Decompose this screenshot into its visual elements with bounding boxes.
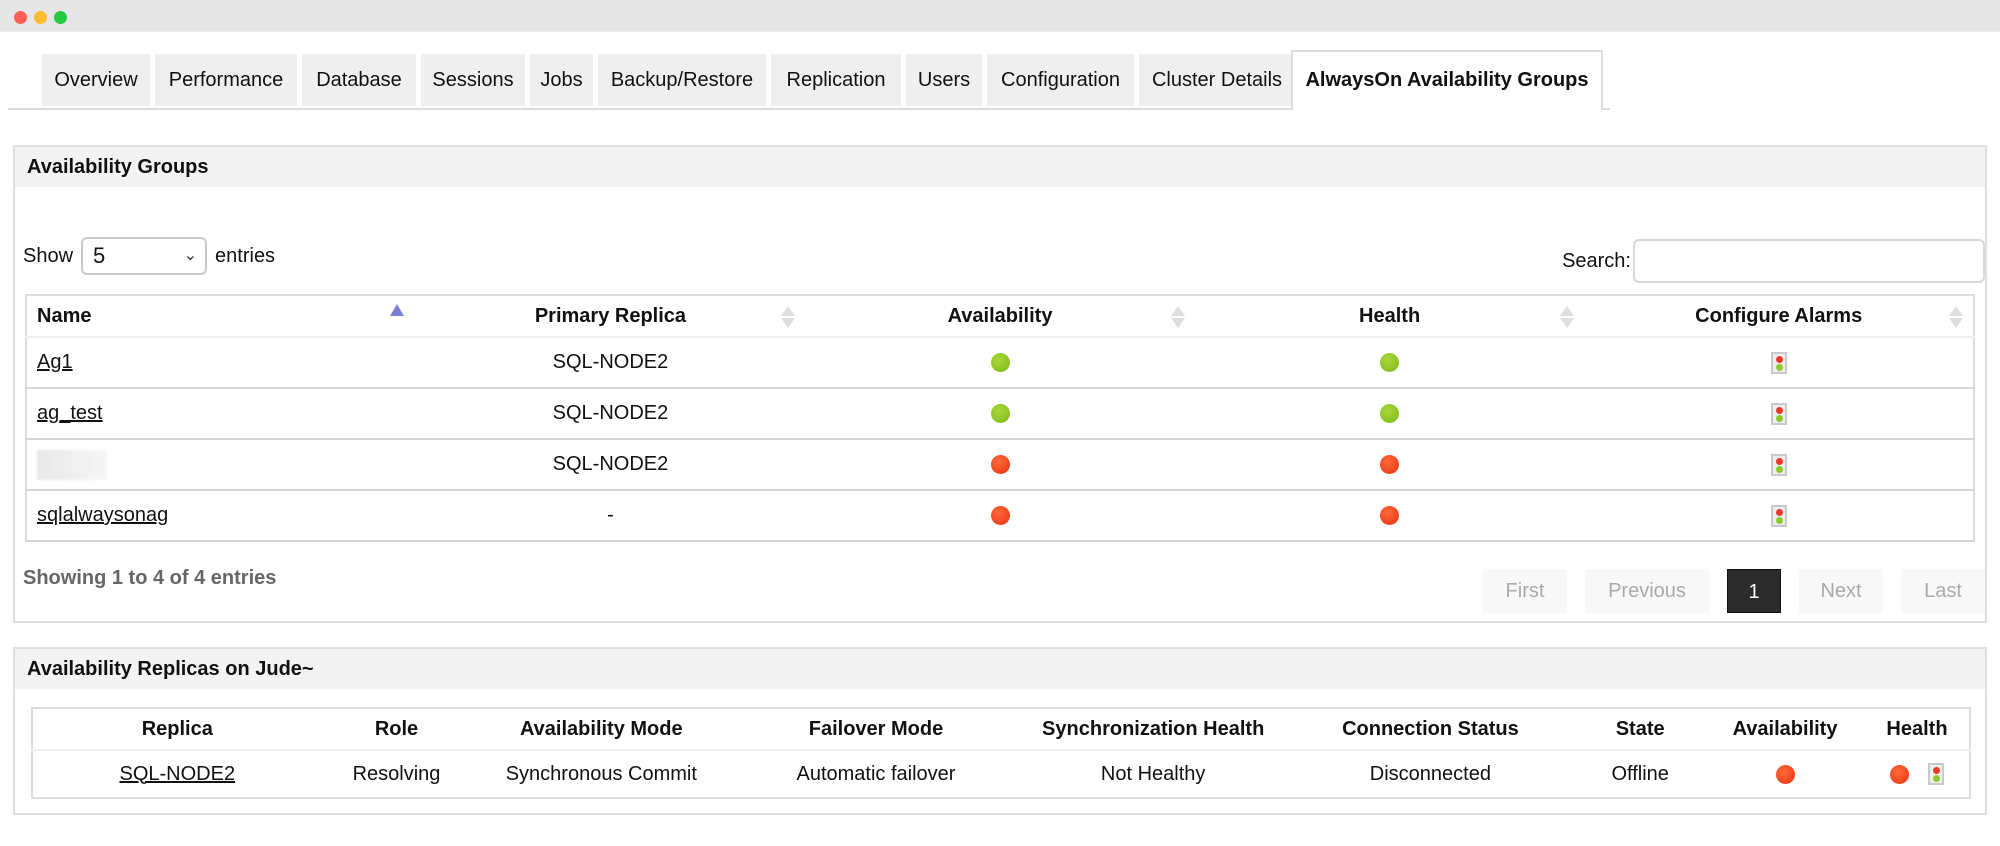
failover-mode-cell: Automatic failover bbox=[796, 762, 956, 785]
pagination-last-button[interactable]: Last bbox=[1901, 569, 1985, 613]
tab-overview[interactable]: Overview bbox=[42, 54, 150, 106]
configure-alarms-icon[interactable] bbox=[1770, 453, 1787, 476]
replica-link[interactable]: SQL-NODE2 bbox=[119, 763, 235, 785]
tab-performance[interactable]: Performance bbox=[155, 54, 297, 106]
window-titlebar bbox=[0, 0, 2000, 32]
tab-alwayson-availability-groups[interactable]: AlwaysOn Availability Groups bbox=[1291, 50, 1603, 110]
table-info: Showing 1 to 4 of 4 entries bbox=[23, 567, 277, 589]
column-header-health[interactable]: Health bbox=[1194, 295, 1585, 338]
column-header-health: Health bbox=[1864, 708, 1970, 751]
primary-replica-cell: SQL-NODE2 bbox=[415, 336, 806, 388]
availability-up-icon bbox=[990, 404, 1010, 424]
column-label: Configure Alarms bbox=[1695, 304, 1863, 327]
column-header-connection-status: Connection Status bbox=[1285, 708, 1576, 751]
column-label: Availability bbox=[947, 304, 1053, 327]
configure-alarms-icon[interactable] bbox=[1770, 402, 1787, 425]
availability-replicas-panel: Availability Replicas on Jude~ Replica R… bbox=[13, 647, 1987, 815]
health-critical-icon bbox=[1889, 764, 1909, 784]
availability-down-icon bbox=[990, 455, 1010, 475]
configure-alarms-icon[interactable] bbox=[1770, 351, 1787, 374]
sort-icon[interactable] bbox=[781, 306, 796, 330]
connection-status-cell: Disconnected bbox=[1369, 762, 1491, 785]
column-header-configure-alarms[interactable]: Configure Alarms bbox=[1584, 295, 1974, 338]
column-header-state: State bbox=[1575, 708, 1706, 751]
configure-alarms-icon[interactable] bbox=[1928, 763, 1945, 786]
panel-title: Availability Replicas on Jude~ bbox=[15, 649, 1985, 689]
column-header-availability-mode: Availability Mode bbox=[471, 708, 732, 751]
column-header-synchronization-health: Synchronization Health bbox=[1020, 708, 1286, 751]
table-row: Ag1 SQL-NODE2 bbox=[26, 336, 1974, 388]
column-header-failover-mode: Failover Mode bbox=[731, 708, 1021, 751]
column-header-availability[interactable]: Availability bbox=[805, 295, 1195, 338]
column-header-name[interactable]: Name bbox=[26, 295, 416, 338]
page-length-value: 5 bbox=[93, 243, 106, 268]
search-label: Search: bbox=[1562, 249, 1631, 272]
table-header-row: Name Primary Replica Availability Health… bbox=[26, 295, 1974, 338]
page-length-select[interactable]: 5 ⌄ bbox=[81, 237, 208, 275]
tab-bar: Overview Performance Database Sessions J… bbox=[8, 50, 1610, 110]
tab-database[interactable]: Database bbox=[302, 54, 416, 106]
role-cell: Resolving bbox=[352, 762, 441, 785]
window-close-button[interactable] bbox=[14, 11, 27, 24]
tab-replication[interactable]: Replication bbox=[771, 54, 901, 106]
panel-title: Availability Groups bbox=[15, 147, 1985, 187]
sort-ascending-icon[interactable] bbox=[389, 304, 404, 316]
tab-backup-restore[interactable]: Backup/Restore bbox=[598, 54, 766, 106]
window-minimize-button[interactable] bbox=[34, 11, 47, 24]
primary-replica-cell: - bbox=[415, 489, 806, 542]
table-row: SQL-NODE2 Resolving Synchronous Commit A… bbox=[32, 750, 1970, 798]
primary-replica-cell: SQL-NODE2 bbox=[415, 438, 806, 490]
pagination-previous-button[interactable]: Previous bbox=[1585, 569, 1709, 613]
pagination-page-button[interactable]: 1 bbox=[1727, 569, 1781, 613]
configure-alarms-icon[interactable] bbox=[1770, 504, 1787, 527]
tab-jobs[interactable]: Jobs bbox=[530, 54, 593, 106]
window-maximize-button[interactable] bbox=[54, 11, 67, 24]
table-header-row: Replica Role Availability Mode Failover … bbox=[32, 708, 1970, 751]
pagination-next-button[interactable]: Next bbox=[1799, 569, 1883, 613]
table-row: SQL-NODE2 bbox=[26, 438, 1974, 490]
search-control: Search: bbox=[1562, 239, 1985, 283]
column-header-replica: Replica bbox=[32, 708, 322, 751]
tab-sessions[interactable]: Sessions bbox=[421, 54, 525, 106]
ag-name-link[interactable]: sqlalwaysonag bbox=[37, 504, 168, 526]
health-clear-icon bbox=[1380, 404, 1400, 424]
column-header-role: Role bbox=[321, 708, 472, 751]
replicas-table: Replica Role Availability Mode Failover … bbox=[31, 707, 1971, 799]
entries-label: entries bbox=[215, 244, 276, 267]
column-header-availability: Availability bbox=[1705, 708, 1865, 751]
health-clear-icon bbox=[1380, 353, 1400, 373]
availability-down-icon bbox=[990, 506, 1010, 526]
availability-down-icon bbox=[1775, 764, 1795, 784]
redacted-ag-name[interactable] bbox=[37, 449, 107, 480]
sort-icon[interactable] bbox=[1560, 306, 1575, 330]
tab-configuration[interactable]: Configuration bbox=[987, 54, 1134, 106]
health-critical-icon bbox=[1380, 506, 1400, 526]
primary-replica-cell: SQL-NODE2 bbox=[415, 387, 806, 439]
sort-icon[interactable] bbox=[1170, 306, 1185, 330]
column-label: Name bbox=[37, 304, 92, 327]
page-length-control: Show 5 ⌄ entries bbox=[23, 237, 275, 275]
ag-name-link[interactable]: ag_test bbox=[37, 402, 103, 424]
tab-users[interactable]: Users bbox=[906, 54, 982, 106]
column-label: Primary Replica bbox=[534, 304, 687, 327]
sync-health-cell: Not Healthy bbox=[1100, 762, 1206, 785]
availability-up-icon bbox=[990, 353, 1010, 373]
show-label: Show bbox=[23, 244, 74, 267]
table-row: ag_test SQL-NODE2 bbox=[26, 387, 1974, 439]
sort-icon[interactable] bbox=[1949, 306, 1963, 330]
availability-groups-panel: Availability Groups Show 5 ⌄ entries Sea… bbox=[13, 145, 1987, 623]
column-label: Health bbox=[1359, 304, 1421, 327]
availability-groups-table: Name Primary Replica Availability Health… bbox=[25, 294, 1975, 542]
table-row: sqlalwaysonag - bbox=[26, 489, 1974, 542]
availability-mode-cell: Synchronous Commit bbox=[505, 762, 697, 785]
pagination-first-button[interactable]: First bbox=[1483, 569, 1567, 613]
column-header-primary-replica[interactable]: Primary Replica bbox=[415, 295, 806, 338]
state-cell: Offline bbox=[1611, 762, 1669, 785]
health-critical-icon bbox=[1380, 455, 1400, 475]
tab-cluster-details[interactable]: Cluster Details bbox=[1139, 54, 1295, 106]
chevron-down-icon: ⌄ bbox=[183, 247, 198, 264]
search-input[interactable] bbox=[1633, 239, 1985, 283]
ag-name-link[interactable]: Ag1 bbox=[37, 351, 73, 373]
pagination: First Previous 1 Next Last bbox=[1465, 569, 1985, 613]
